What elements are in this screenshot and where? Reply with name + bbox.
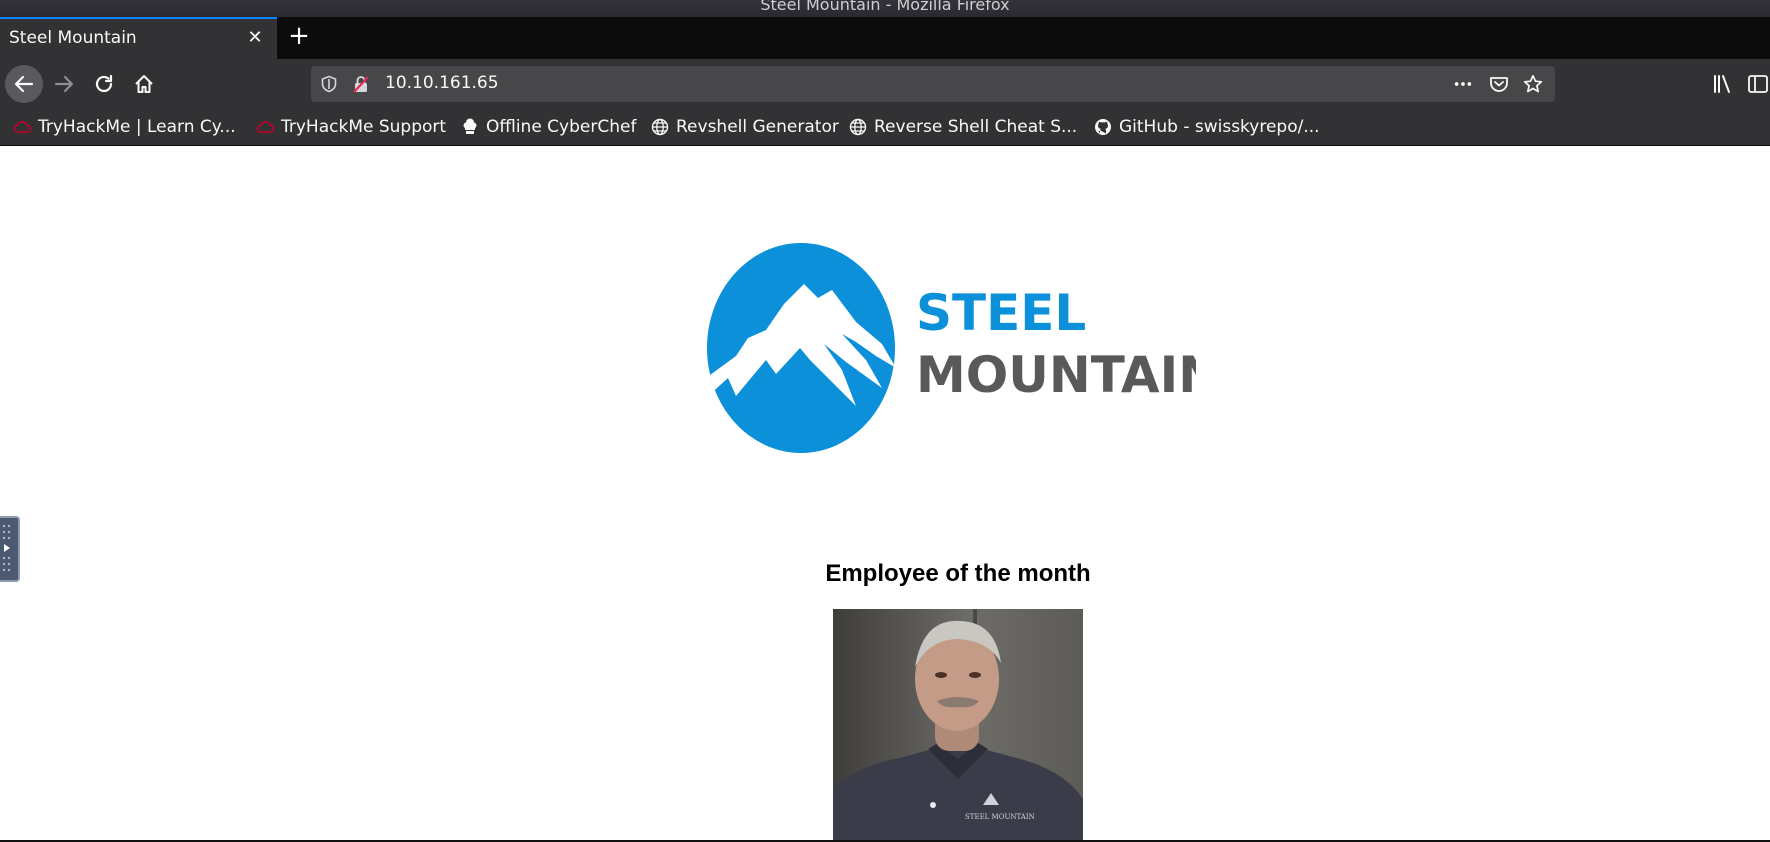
close-icon[interactable]: ✕ (243, 26, 267, 50)
nav-toolbar: 10.10.161.65 (0, 59, 1770, 109)
side-panel-handle[interactable] (0, 516, 20, 582)
tab-steel-mountain[interactable]: Steel Mountain ✕ (0, 17, 277, 59)
reload-icon (93, 73, 115, 95)
reload-button[interactable] (88, 68, 120, 100)
bookmark-reverse-shell-cheat[interactable]: Reverse Shell Cheat S... (848, 116, 1077, 138)
browser-window: Steel Mountain - Mozilla Firefox Steel M… (0, 0, 1770, 842)
bookmark-label: GitHub - swisskyrepo/... (1119, 117, 1320, 137)
bookmark-label: Reverse Shell Cheat S... (874, 117, 1078, 137)
bookmark-tryhackme-support[interactable]: TryHackMe Support (255, 116, 446, 138)
bookmark-tryhackme[interactable]: TryHackMe | Learn Cy... (12, 116, 236, 138)
chef-icon (460, 117, 480, 137)
bookmark-revshell-generator[interactable]: Revshell Generator (650, 116, 839, 138)
drag-handle-icon (2, 524, 11, 572)
tryhackme-icon (12, 117, 32, 137)
bookmark-offline-cyberchef[interactable]: Offline CyberChef (460, 116, 636, 138)
shirt-logo-text: STEEL MOUNTAIN (965, 813, 1035, 821)
window-title: Steel Mountain - Mozilla Firefox (760, 0, 1010, 14)
shield-icon[interactable] (319, 74, 339, 94)
home-button[interactable] (128, 68, 160, 100)
url-text[interactable]: 10.10.161.65 (385, 73, 499, 93)
bookmark-label: TryHackMe | Learn Cy... (38, 117, 236, 137)
globe-icon (848, 117, 868, 137)
pocket-icon[interactable] (1489, 74, 1509, 94)
bookmark-github-swisskyrepo[interactable]: GitHub - swisskyrepo/... (1093, 116, 1320, 138)
bookmark-label: Revshell Generator (676, 117, 839, 137)
url-bar[interactable]: 10.10.161.65 (311, 66, 1555, 102)
bookmark-label: TryHackMe Support (281, 117, 447, 137)
library-button[interactable] (1707, 68, 1739, 100)
tab-strip: Steel Mountain ✕ + (0, 17, 1770, 59)
employee-of-month-heading: Employee of the month (825, 560, 1091, 587)
forward-button[interactable] (48, 68, 80, 100)
employee-photo: STEEL MOUNTAIN (833, 609, 1083, 842)
sidebar-icon (1747, 74, 1769, 94)
insecure-lock-icon[interactable] (351, 74, 371, 94)
home-icon (133, 73, 155, 95)
github-icon (1093, 117, 1113, 137)
tryhackme-icon (255, 117, 275, 137)
page-content: STEEL MOUNTAIN Employee of the month STE… (0, 146, 1770, 842)
steel-mountain-logo: STEEL MOUNTAIN (706, 238, 1220, 458)
back-icon (13, 73, 35, 95)
library-icon (1712, 74, 1734, 94)
forward-icon (53, 73, 75, 95)
new-tab-button[interactable]: + (285, 23, 313, 51)
bookmark-label: Offline CyberChef (486, 117, 637, 137)
bookmarks-toolbar: TryHackMe | Learn Cy... TryHackMe Suppor… (0, 109, 1770, 146)
logo-text-steel: STEEL (916, 284, 1086, 342)
logo-text-mountain: MOUNTAIN (916, 346, 1196, 404)
sidebar-button[interactable] (1742, 68, 1770, 100)
bookmark-star-icon[interactable] (1523, 74, 1543, 94)
back-button[interactable] (5, 65, 43, 103)
page-actions-icon[interactable] (1453, 74, 1473, 94)
tab-title: Steel Mountain (9, 28, 137, 48)
title-bar: Steel Mountain - Mozilla Firefox (0, 0, 1770, 17)
globe-icon (650, 117, 670, 137)
